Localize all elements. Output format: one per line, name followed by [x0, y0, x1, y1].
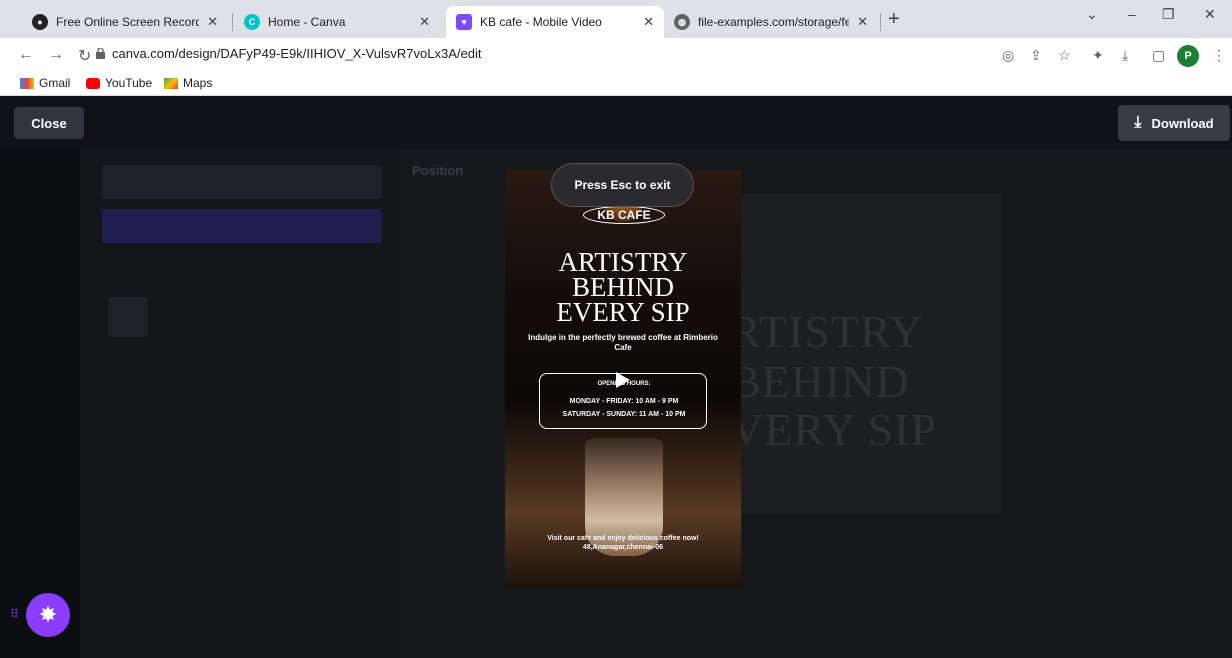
play-icon[interactable]: [616, 372, 630, 388]
back-icon[interactable]: ←: [18, 46, 34, 64]
tab-kb-cafe[interactable]: ♥ KB cafe - Mobile Video ✕: [446, 6, 664, 38]
canva-uploads-panel: [80, 149, 400, 658]
address-bar-row: ← → ↻ canva.com/design/DAFyP49-E9k/IIHIO…: [0, 38, 1232, 72]
drag-handle-icon[interactable]: ⠿: [10, 607, 19, 621]
forward-icon[interactable]: →: [48, 46, 64, 64]
browser-tab-bar: ● Free Online Screen Recorder | O ✕ C Ho…: [0, 0, 1232, 38]
bookmark-gmail[interactable]: Gmail: [20, 76, 70, 90]
menu-icon[interactable]: ⋮: [1212, 47, 1226, 64]
bookmarks-bar: Gmail YouTube Maps: [0, 72, 1232, 96]
sparkle-icon: ✸: [38, 602, 58, 627]
hours-weekday: MONDAY - FRIDAY: 10 AM - 9 PM: [569, 398, 679, 405]
close-tab-icon[interactable]: ✕: [643, 14, 654, 30]
canva-icon: C: [244, 14, 260, 30]
close-tab-icon[interactable]: ✕: [857, 14, 868, 30]
restore-icon[interactable]: ❐: [1162, 6, 1175, 23]
gmail-icon: [20, 77, 34, 89]
globe-icon: ◍: [674, 14, 690, 30]
download-button[interactable]: ⤓ Download: [1118, 105, 1230, 141]
video-preview[interactable]: KB CAFE ARTISTRY BEHIND EVERY SIP Indulg…: [505, 170, 741, 588]
tab-canva-home[interactable]: C Home - Canva ✕: [234, 6, 440, 38]
lock-icon: [96, 48, 105, 59]
panel-title: Position: [412, 163, 464, 178]
bookmark-youtube[interactable]: YouTube: [86, 76, 152, 90]
assistant-button[interactable]: ✸: [26, 593, 70, 637]
cafe-logo-badge: KB CAFE: [583, 206, 665, 224]
star-icon[interactable]: ☆: [1058, 47, 1071, 64]
esc-exit-hint: Press Esc to exit: [551, 163, 694, 207]
download-icon[interactable]: ⤓: [1122, 47, 1128, 64]
canva-header: [0, 97, 1232, 149]
tab-search-icon[interactable]: ⌄: [1086, 6, 1098, 23]
canva-side-rail: [0, 149, 80, 658]
visit-text: Visit our cafe and enjoy delicious coffe…: [547, 535, 699, 551]
close-preview-button[interactable]: Close: [14, 107, 84, 139]
extensions-icon[interactable]: ✦: [1092, 47, 1104, 64]
eye-off-icon[interactable]: ◎: [1002, 47, 1014, 64]
recorder-icon: ●: [32, 14, 48, 30]
bookmark-maps[interactable]: Maps: [164, 76, 212, 90]
close-window-icon[interactable]: ✕: [1204, 6, 1216, 23]
subtitle-text: Indulge in the perfectly brewed coffee a…: [528, 333, 718, 352]
share-icon[interactable]: ⇪: [1030, 47, 1042, 64]
maps-icon: [164, 77, 178, 89]
headline-line-3: EVERY SIP: [556, 297, 690, 327]
minimize-icon[interactable]: –: [1128, 6, 1136, 22]
url-field[interactable]: canva.com/design/DAFyP49-E9k/IIHIOV_X-Vu…: [112, 46, 481, 61]
download-arrow-icon: ⤓: [1134, 114, 1142, 131]
canva-design-icon: ♥: [456, 14, 472, 30]
close-tab-icon[interactable]: ✕: [419, 14, 430, 30]
tab-screen-recorder[interactable]: ● Free Online Screen Recorder | O ✕: [22, 6, 228, 38]
youtube-icon: [86, 77, 100, 89]
close-tab-icon[interactable]: ✕: [207, 14, 218, 30]
profile-avatar[interactable]: P: [1177, 45, 1199, 67]
new-tab-icon[interactable]: +: [888, 8, 900, 31]
side-panel-icon[interactable]: ▢: [1152, 47, 1165, 64]
tab-file-examples[interactable]: ◍ file-examples.com/storage/fe80 ✕: [664, 6, 878, 38]
hours-weekend: SATURDAY - SUNDAY: 11 AM - 10 PM: [562, 411, 686, 418]
reload-icon[interactable]: ↻: [78, 46, 91, 66]
